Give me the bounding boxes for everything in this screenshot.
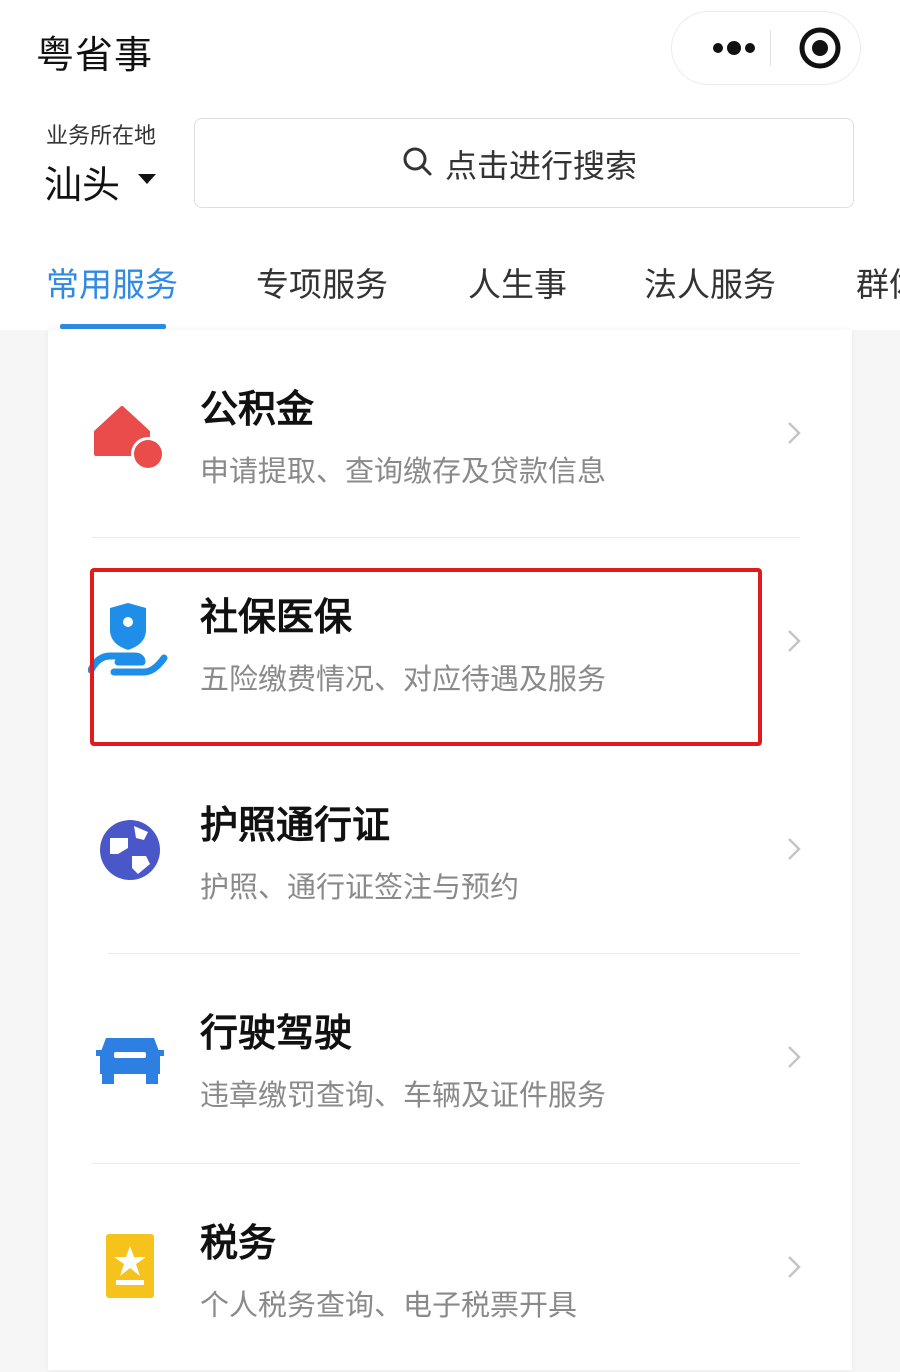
service-description: 五险缴费情况、对应待遇及服务 <box>200 662 607 696</box>
service-item-passport[interactable]: 护照通行证 护照、通行证签注与预约 <box>48 746 852 954</box>
tab-life-events[interactable]: 人生事 <box>468 258 567 306</box>
service-item-gongjijin[interactable]: 公积金 申请提取、查询缴存及贷款信息 <box>48 330 852 538</box>
capsule-divider <box>770 30 771 66</box>
location-label: 业务所在地 <box>46 124 157 149</box>
chevron-right-icon <box>788 1046 801 1068</box>
mini-program-capsule <box>672 12 860 84</box>
top-bar: 粤省事 <box>0 0 900 100</box>
search-icon <box>403 147 432 176</box>
service-item-tax[interactable]: 税务 个人税务查询、电子税票开具 <box>48 1164 852 1372</box>
service-title: 社保医保 <box>200 595 353 639</box>
star-ticket-icon <box>106 1234 154 1298</box>
service-description: 个人税务查询、电子税票开具 <box>200 1288 578 1322</box>
chevron-right-icon <box>788 630 801 652</box>
house-coin-icon <box>94 406 165 471</box>
caret-down-icon[interactable] <box>136 172 158 186</box>
service-title: 税务 <box>200 1221 277 1265</box>
chevron-right-icon <box>788 1256 801 1278</box>
search-placeholder: 点击进行搜索 <box>445 147 638 185</box>
search-input[interactable]: 点击进行搜索 <box>194 118 854 208</box>
close-target-icon[interactable] <box>794 22 846 74</box>
service-list: 公积金 申请提取、查询缴存及贷款信息 社保医保 五险缴费情况、对应待遇及服务 护… <box>48 330 852 1370</box>
chevron-right-icon <box>788 422 801 444</box>
chevron-right-icon <box>788 838 801 860</box>
location-search-bar: 业务所在地 汕头 点击进行搜索 <box>0 100 900 230</box>
service-description: 申请提取、查询缴存及贷款信息 <box>200 454 607 488</box>
service-title: 护照通行证 <box>200 803 391 847</box>
globe-icon <box>100 820 160 880</box>
app-title: 粤省事 <box>36 33 154 77</box>
service-description: 违章缴罚查询、车辆及证件服务 <box>200 1078 607 1112</box>
shield-hand-icon <box>88 603 168 676</box>
active-tab-indicator <box>60 324 166 329</box>
service-item-driving[interactable]: 行驶驾驶 违章缴罚查询、车辆及证件服务 <box>48 954 852 1162</box>
more-icon[interactable] <box>692 12 768 84</box>
service-title: 行驶驾驶 <box>200 1011 353 1055</box>
service-item-shebao-yibao[interactable]: 社保医保 五险缴费情况、对应待遇及服务 <box>48 538 852 746</box>
tab-groups[interactable]: 群体 <box>856 258 900 306</box>
service-description: 护照、通行证签注与预约 <box>200 870 520 904</box>
tab-legal-person-services[interactable]: 法人服务 <box>644 258 776 306</box>
tab-special-services[interactable]: 专项服务 <box>256 258 388 306</box>
service-tabs: 常用服务 专项服务 人生事 法人服务 群体 <box>0 230 900 330</box>
car-icon <box>96 1038 164 1084</box>
location-city-selector[interactable]: 汕头 <box>44 154 120 209</box>
service-title: 公积金 <box>200 387 315 431</box>
tab-common-services[interactable]: 常用服务 <box>46 258 178 306</box>
